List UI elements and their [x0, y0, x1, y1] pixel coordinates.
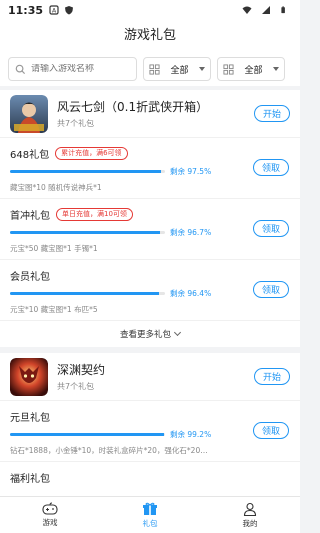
remaining-progress-bar — [10, 432, 165, 436]
game-icon-demon[interactable] — [10, 357, 48, 396]
search-input[interactable] — [31, 64, 126, 74]
gamepad-icon — [42, 502, 58, 515]
search-icon — [15, 64, 26, 74]
shield-icon — [65, 6, 74, 15]
status-time: 11:35 — [8, 3, 44, 17]
package-name: 福利礼包 — [10, 473, 50, 485]
start-game-button[interactable]: 开始 — [254, 105, 290, 122]
start-game-button[interactable]: 开始 — [254, 368, 290, 385]
remaining-percent: 剩余 97.5% — [170, 166, 212, 176]
package-contents: 钻石*1888，小金锤*10，时装礼盒碎片*20，强化石*20… — [10, 446, 208, 455]
remaining-percent: 剩余 99.2% — [170, 429, 212, 439]
package-contents: 藏宝图*10 随机传说神兵*1 — [10, 183, 102, 192]
notification-icon: A — [49, 5, 59, 15]
package-contents: 元宝*10 藏宝图*1 布匹*5 — [10, 305, 98, 314]
caret-down-icon — [273, 67, 279, 71]
grid-icon — [149, 63, 160, 75]
status-bar: 11:35 A — [0, 0, 300, 20]
package-name: 首冲礼包 — [10, 210, 50, 222]
game-card: 深渊契约 共7个礼包 开始 元旦礼包 剩余 99.2% 钻石*1888，小金锤*… — [0, 353, 300, 496]
gift-package: 首冲礼包 单日充值，满10可领 剩余 96.7% 元宝*50 藏宝图*1 手镯*… — [0, 199, 300, 260]
gift-list[interactable]: 风云七剑（0.1折武侠开箱） 共7个礼包 开始 648礼包 累计充值，满6可领 … — [0, 90, 300, 496]
filter-dropdown-1[interactable]: 全部 — [143, 57, 211, 81]
game-name: 风云七剑（0.1折武侠开箱） — [57, 100, 209, 114]
filter-dropdown-2-label: 全部 — [244, 65, 263, 76]
remaining-progress-bar — [10, 230, 165, 234]
filter-dropdown-1-label: 全部 — [170, 65, 189, 76]
game-header: 深渊契约 共7个礼包 开始 — [0, 353, 300, 401]
view-more-label: 查看更多礼包 — [119, 330, 171, 340]
battery-icon — [281, 6, 285, 14]
tab-profile-label: 我的 — [242, 518, 258, 528]
wifi-icon — [242, 6, 252, 14]
tab-gifts[interactable]: 礼包 — [100, 497, 200, 533]
game-name: 深渊契约 — [57, 363, 106, 377]
chevron-down-icon — [173, 328, 182, 337]
signal-icon — [262, 6, 270, 14]
filter-bar: 全部 全部 — [0, 52, 300, 86]
remaining-progress-bar — [10, 169, 165, 173]
view-more-gifts-link[interactable]: 查看更多礼包 — [0, 321, 300, 347]
claim-button[interactable]: 领取 — [253, 422, 289, 439]
tab-games[interactable]: 游戏 — [0, 497, 100, 533]
package-name: 648礼包 — [10, 149, 50, 161]
package-name: 会员礼包 — [10, 271, 50, 283]
tab-profile[interactable]: 我的 — [200, 497, 300, 533]
remaining-progress-bar — [10, 291, 165, 295]
condition-badge: 累计充值，满6可领 — [55, 146, 128, 160]
gift-count: 共7个礼包 — [57, 382, 95, 391]
user-icon — [243, 502, 257, 516]
claim-button[interactable]: 领取 — [253, 159, 289, 176]
gift-icon — [143, 502, 157, 515]
filter-dropdown-2[interactable]: 全部 — [217, 57, 285, 81]
grid-icon — [223, 63, 234, 75]
claim-button[interactable]: 领取 — [253, 220, 289, 237]
game-icon-swordsman[interactable] — [10, 94, 48, 133]
remaining-percent: 剩余 96.7% — [170, 227, 212, 237]
claim-button[interactable]: 领取 — [253, 281, 289, 298]
bottom-tab-bar: 游戏 礼包 我的 — [0, 496, 300, 533]
gift-package: 福利礼包 — [0, 462, 300, 496]
game-card: 风云七剑（0.1折武侠开箱） 共7个礼包 开始 648礼包 累计充值，满6可领 … — [0, 90, 300, 347]
search-box[interactable] — [8, 57, 137, 81]
remaining-percent: 剩余 96.4% — [170, 288, 212, 298]
game-header: 风云七剑（0.1折武侠开箱） 共7个礼包 开始 — [0, 90, 300, 138]
tab-gifts-label: 礼包 — [142, 518, 158, 528]
gift-package: 会员礼包 剩余 96.4% 元宝*10 藏宝图*1 布匹*5 领取 — [0, 260, 300, 321]
package-contents: 元宝*50 藏宝图*1 手镯*1 — [10, 244, 98, 253]
tab-games-label: 游戏 — [42, 518, 58, 527]
condition-badge: 单日充值，满10可领 — [56, 207, 133, 221]
gift-package: 元旦礼包 剩余 99.2% 钻石*1888，小金锤*10，时装礼盒碎片*20，强… — [0, 401, 300, 462]
package-name: 元旦礼包 — [10, 412, 50, 424]
caret-down-icon — [199, 67, 205, 71]
page-title: 游戏礼包 — [0, 20, 300, 52]
gift-package: 648礼包 累计充值，满6可领 剩余 97.5% 藏宝图*10 随机传说神兵*1… — [0, 138, 300, 199]
gift-count: 共7个礼包 — [57, 119, 95, 128]
